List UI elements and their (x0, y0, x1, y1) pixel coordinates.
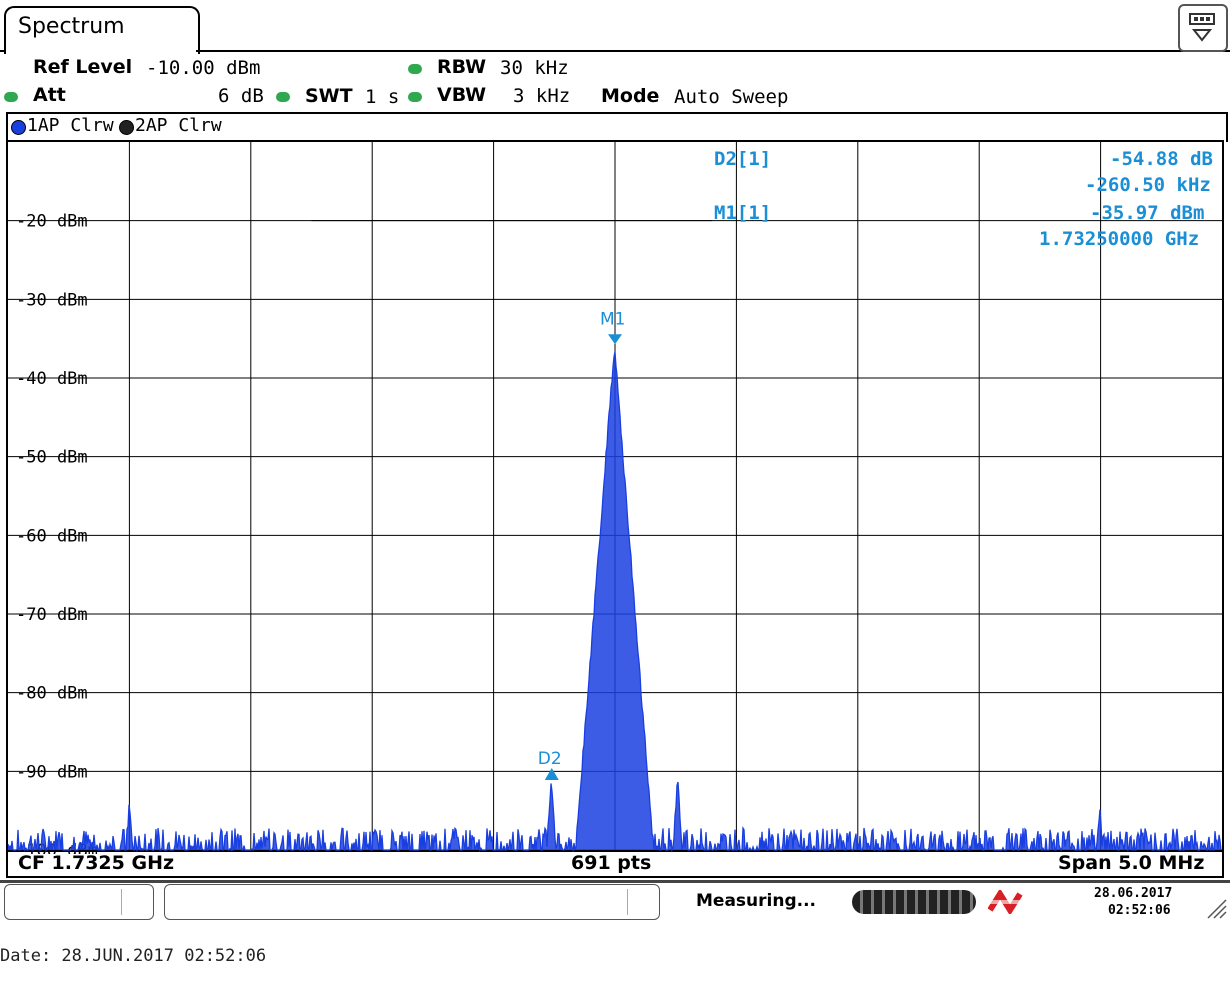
measurement-progress-bar (852, 890, 976, 914)
lxi-logo-icon (987, 888, 1026, 916)
mode-label: Mode (601, 85, 660, 107)
spectrum-trace-fill (8, 351, 1222, 850)
swt-label: SWT (305, 85, 353, 107)
center-frequency[interactable]: CF 1.7325 GHz (18, 852, 174, 874)
measuring-status: Measuring... (696, 891, 816, 911)
d2-marker-freq: -260.50 kHz (1085, 174, 1211, 196)
m1-marker-level: -35.97 dBm (1090, 202, 1205, 224)
y-tick-label: -90 dBm (16, 762, 88, 782)
y-tick-label: -70 dBm (16, 605, 88, 625)
status-divider (0, 880, 1230, 883)
trace1-label[interactable]: 1AP Clrw (27, 115, 114, 136)
d2-marker-tag: D2 (538, 749, 562, 769)
trace2-dot-icon (119, 120, 134, 135)
vbw-value[interactable]: 3 kHz (513, 85, 570, 107)
y-tick-label: -40 dBm (16, 369, 88, 389)
att-label: Att (33, 84, 66, 106)
status-field-1[interactable] (4, 884, 154, 920)
status-field-2[interactable] (164, 884, 660, 920)
display-menu-icon (1189, 13, 1215, 42)
header-divider-left (0, 50, 6, 52)
m1-marker-name[interactable]: M1[1] (714, 202, 771, 224)
swt-status-led (276, 92, 290, 102)
y-tick-label: -80 dBm (16, 684, 88, 704)
mode-value[interactable]: Auto Sweep (674, 86, 788, 108)
display-menu-button[interactable] (1178, 4, 1228, 52)
m1-marker-tag: M1 (600, 309, 625, 329)
vbw-status-led (408, 92, 422, 102)
header-divider (196, 50, 1230, 52)
status-date: 28.06.2017 (1094, 886, 1173, 901)
rbw-status-led (408, 64, 422, 74)
resize-grip-icon[interactable] (1204, 896, 1228, 920)
trace2-label[interactable]: 2AP Clrw (135, 115, 222, 136)
y-tick-label: -50 dBm (16, 448, 88, 468)
d2-marker-name[interactable]: D2[1] (714, 148, 771, 170)
d2-marker-triangle (544, 768, 559, 781)
ref-level-value[interactable]: -10.00 dBm (146, 57, 260, 79)
att-value[interactable]: 6 dB (218, 85, 264, 107)
rbw-label: RBW (437, 56, 487, 78)
trace1-dot-icon (11, 120, 26, 135)
y-tick-label: -30 dBm (16, 290, 88, 310)
att-status-led (4, 92, 18, 102)
spectrum-tab-label: Spectrum (18, 14, 125, 39)
ref-level-label: Ref Level (33, 56, 133, 78)
vbw-label: VBW (437, 84, 487, 106)
rbw-value[interactable]: 30 kHz (500, 57, 569, 79)
swt-value[interactable]: 1 s (365, 86, 399, 108)
y-tick-label: -60 dBm (16, 526, 88, 546)
d2-marker-level: -54.88 dB (1110, 148, 1213, 170)
status-time: 02:52:06 (1108, 903, 1171, 918)
m1-marker-triangle (608, 334, 622, 345)
y-tick-label: -20 dBm (16, 212, 88, 232)
sweep-points: 691 pts (571, 852, 652, 874)
frequency-span[interactable]: Span 5.0 MHz (1058, 852, 1204, 874)
print-date: Date: 28.JUN.2017 02:52:06 (0, 946, 267, 966)
m1-marker-freq: 1.73250000 GHz (1039, 228, 1200, 250)
